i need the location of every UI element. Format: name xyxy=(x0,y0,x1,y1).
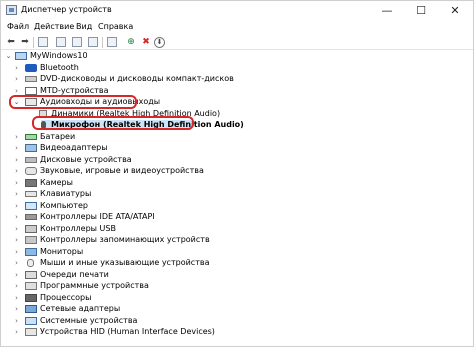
tree-root-label: MyWindows10 xyxy=(30,51,88,60)
tree-item-label: DVD-дисководы и дисководы компакт-дисков xyxy=(40,74,234,83)
scan-hardware-icon[interactable]: ⊕ xyxy=(125,36,137,48)
tree-item-label: Клавиатуры xyxy=(40,189,92,198)
menu-file[interactable]: Файл xyxy=(7,22,29,31)
expand-icon[interactable]: › xyxy=(13,281,20,291)
help-icon[interactable] xyxy=(72,37,82,47)
expand-icon[interactable]: › xyxy=(13,63,20,73)
keyboard-icon xyxy=(25,191,37,197)
expand-icon[interactable]: › xyxy=(13,212,20,222)
expand-icon[interactable]: › xyxy=(13,143,20,153)
sound-game-video-icon xyxy=(25,167,37,175)
tree-item-label: Батареи xyxy=(40,132,76,141)
tree-item-label: Программные устройства xyxy=(40,281,149,290)
toolbar: ⬅ ➡ ⊕ ✖ ⬇ xyxy=(1,35,473,50)
tree-item-label: Видеоадаптеры xyxy=(40,143,108,152)
camera-icon xyxy=(25,179,37,187)
forward-icon[interactable]: ➡ xyxy=(19,36,31,48)
toolbar-separator xyxy=(33,37,34,48)
toolbar-separator xyxy=(102,37,103,48)
disk-drive-icon xyxy=(25,157,37,163)
tree-item-label: Контроллеры IDE ATA/ATAPI xyxy=(40,212,155,221)
system-device-icon xyxy=(25,317,37,325)
expand-icon[interactable]: › xyxy=(13,224,20,234)
menu-help[interactable]: Справка xyxy=(98,22,133,31)
expand-icon[interactable]: › xyxy=(13,293,20,303)
minimize-button[interactable]: — xyxy=(370,1,404,20)
expand-icon[interactable]: › xyxy=(13,201,20,211)
expand-icon[interactable]: › xyxy=(13,327,20,337)
tree-item-label: Системные устройства xyxy=(40,316,138,325)
tree-item-label: Звуковые, игровые и видеоустройства xyxy=(40,166,204,175)
expand-icon[interactable]: › xyxy=(13,178,20,188)
show-list-icon[interactable] xyxy=(56,37,66,47)
expand-icon[interactable]: › xyxy=(13,166,20,176)
usb-controller-icon xyxy=(25,225,37,233)
window-title: Диспетчер устройств xyxy=(21,5,112,14)
tree-item-label: Очереди печати xyxy=(40,270,109,279)
expand-icon[interactable]: › xyxy=(13,132,20,142)
expand-icon[interactable]: › xyxy=(13,258,20,268)
mtd-device-icon xyxy=(25,87,37,95)
update-driver-icon[interactable] xyxy=(107,37,117,47)
tree-item-label: Дисковые устройства xyxy=(40,155,132,164)
menu-bar: Файл Действие Вид Справка xyxy=(1,21,473,35)
computer-icon xyxy=(25,202,37,210)
tree-item-label: Мыши и иные указывающие устройства xyxy=(40,258,210,267)
hid-device-icon xyxy=(25,328,37,336)
expand-icon[interactable]: › xyxy=(13,189,20,199)
ide-controller-icon xyxy=(25,214,37,220)
uninstall-icon[interactable]: ✖ xyxy=(140,36,152,48)
tree-item-label: Контроллеры запоминающих устройств xyxy=(40,235,210,244)
menu-view[interactable]: Вид xyxy=(76,22,92,31)
software-device-icon xyxy=(25,282,37,290)
dvd-drive-icon xyxy=(25,76,37,82)
tree-item-label: Устройства HID (Human Interface Devices) xyxy=(40,327,215,336)
properties-icon[interactable] xyxy=(38,37,48,47)
mouse-icon xyxy=(27,259,34,267)
tree-item-label: Мониторы xyxy=(40,247,84,256)
tree-item-label: Компьютер xyxy=(40,201,88,210)
expand-icon[interactable]: › xyxy=(13,74,20,84)
expand-icon[interactable]: › xyxy=(13,235,20,245)
print-queue-icon xyxy=(25,271,37,279)
menu-action[interactable]: Действие xyxy=(34,22,74,31)
computer-icon[interactable] xyxy=(88,37,98,47)
expand-icon[interactable]: › xyxy=(13,316,20,326)
maximize-button[interactable]: ☐ xyxy=(404,1,438,20)
expand-icon[interactable]: › xyxy=(13,247,20,257)
device-manager-window: Диспетчер устройств — ☐ ✕ Файл Действие … xyxy=(0,0,474,347)
download-icon[interactable]: ⬇ xyxy=(154,37,165,48)
tree-item-label: Процессоры xyxy=(40,293,92,302)
expand-icon[interactable]: › xyxy=(13,304,20,314)
monitor-icon xyxy=(25,248,37,256)
collapse-icon[interactable]: ⌄ xyxy=(5,51,12,61)
highlight-oval-audio-io xyxy=(9,95,137,109)
highlight-oval-microphone xyxy=(32,116,194,130)
battery-icon xyxy=(25,134,37,140)
computer-icon xyxy=(15,52,27,60)
network-adapter-icon xyxy=(25,305,37,313)
tree-item-label: Контроллеры USB xyxy=(40,224,116,233)
device-manager-app-icon xyxy=(6,5,17,15)
title-bar[interactable]: Диспетчер устройств — ☐ ✕ xyxy=(1,1,473,20)
video-adapter-icon xyxy=(25,144,37,152)
expand-icon[interactable]: › xyxy=(13,155,20,165)
storage-controller-icon xyxy=(25,236,37,244)
back-icon[interactable]: ⬅ xyxy=(5,36,17,48)
tree-item-label: Bluetooth xyxy=(40,63,79,72)
processor-icon xyxy=(25,294,37,302)
tree-item-label: Сетевые адаптеры xyxy=(40,304,121,313)
tree-item-label: Камеры xyxy=(40,178,73,187)
close-button[interactable]: ✕ xyxy=(438,1,472,20)
expand-icon[interactable]: › xyxy=(13,270,20,280)
bluetooth-icon xyxy=(25,64,37,72)
